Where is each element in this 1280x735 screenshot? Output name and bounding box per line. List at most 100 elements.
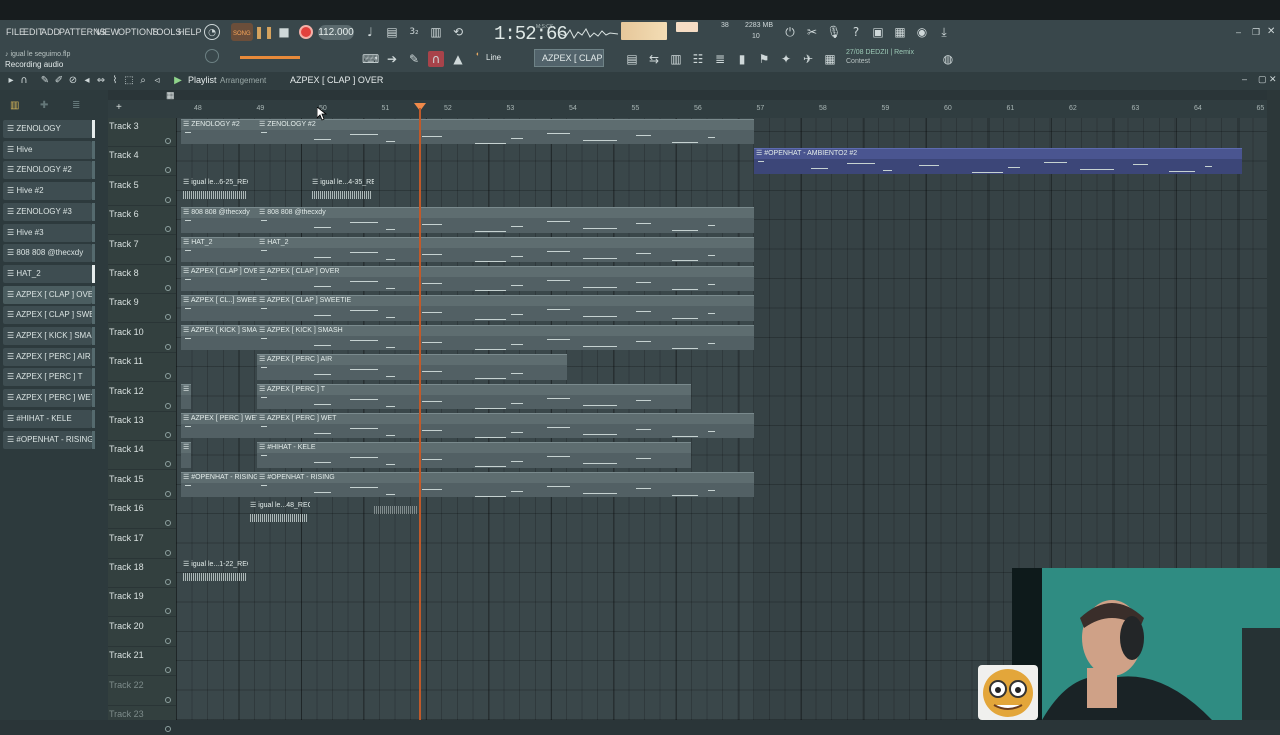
track-mute-led[interactable]: [165, 285, 171, 291]
playlist-clip[interactable]: ☰ AZPEX [ KICK ] SMASH: [257, 324, 754, 351]
menu-view[interactable]: VIEW: [96, 27, 119, 37]
microphone-icon[interactable]: 🎙: [826, 24, 842, 40]
pattern-item[interactable]: ☰ 808 808 @thecxdy: [3, 244, 92, 263]
playlist-clip[interactable]: ☰ #OPENHAT - RISING: [257, 471, 754, 498]
minimize-icon[interactable]: –: [1236, 27, 1241, 37]
track-mute-led[interactable]: [165, 549, 171, 556]
pattern-selector[interactable]: AZPEX [ CLAP ] OVER: [534, 49, 604, 67]
recorder-icon[interactable]: ✈: [800, 51, 816, 67]
track-mute-led[interactable]: [165, 520, 171, 527]
close-icon[interactable]: ✕: [1267, 26, 1275, 37]
chat-icon[interactable]: ◉: [914, 24, 930, 40]
globe-icon[interactable]: ◍: [940, 51, 956, 67]
pattern-item[interactable]: ☰ ZENOLOGY #3: [3, 202, 92, 221]
playlist-current-pattern[interactable]: AZPEX [ CLAP ] OVER: [290, 75, 383, 85]
track-mute-led[interactable]: [165, 667, 171, 674]
magnet-icon[interactable]: ∩: [428, 51, 444, 67]
track-header[interactable]: Track 3: [108, 118, 176, 147]
track-header[interactable]: Track 5: [108, 177, 176, 206]
restore-icon[interactable]: ❐: [1252, 27, 1260, 38]
pattern-item[interactable]: ☰ AZPEX [ KICK ] SMASH: [3, 327, 92, 345]
pattern-item[interactable]: ☰ ZENOLOGY: [3, 120, 92, 138]
playlist-clip[interactable]: ☰ HAT_2: [257, 236, 754, 262]
browser-icon[interactable]: ≣: [712, 51, 728, 67]
playlist-maximize-icon[interactable]: ▢: [1258, 74, 1267, 85]
picker-add-icon[interactable]: ✚: [40, 100, 48, 111]
piano-roll-icon[interactable]: ▥: [668, 51, 684, 67]
playlist-clip[interactable]: ☰ ZENOLOGY #2: [257, 119, 754, 145]
playlist-clip[interactable]: ☰ HAT_2: [181, 236, 258, 262]
track-header[interactable]: Track 22: [108, 677, 176, 706]
plugin-icon[interactable]: ✂: [804, 24, 820, 40]
track-header[interactable]: Track 4: [108, 147, 176, 177]
playlist-clip[interactable]: ☰ #OPENHAT - AMBIENTO2 #2: [754, 148, 1242, 174]
pattern-item[interactable]: ☰ #HIHAT - KELE: [3, 409, 92, 428]
track-mute-led[interactable]: [165, 402, 171, 409]
download-icon[interactable]: ⤓: [936, 24, 952, 40]
channel-rack-icon[interactable]: ⇆: [646, 51, 662, 67]
playlist-clip[interactable]: ☰ AZPEX [ PERC ] WET: [181, 413, 258, 439]
step-edit-icon[interactable]: ▥: [428, 24, 444, 40]
playback-icon[interactable]: ◃: [149, 73, 165, 89]
track-mute-led[interactable]: [165, 138, 171, 144]
playlist-clip[interactable]: ☰: [181, 442, 191, 468]
playlist-clip[interactable]: ☰ igual le...4-35_REC: [310, 178, 374, 203]
track-header[interactable]: Track 8: [108, 265, 176, 294]
master-volume-slider[interactable]: [240, 56, 300, 59]
playlist-clip[interactable]: ☰ AZPEX [ PERC ] T: [257, 383, 691, 409]
track-mute-led[interactable]: [165, 579, 171, 585]
track-header[interactable]: Track 20: [108, 618, 176, 647]
track-mute-led[interactable]: [165, 490, 171, 497]
pattern-item[interactable]: ☰ HAT_2: [3, 264, 92, 283]
pattern-song-toggle[interactable]: SONG: [231, 23, 253, 41]
add-track-icon[interactable]: +: [116, 102, 122, 113]
playlist-clip[interactable]: ☰ AZPEX [ PERC ] WET: [257, 413, 754, 439]
loop-record-icon[interactable]: ⟲: [450, 24, 466, 40]
brush-icon[interactable]: ✦: [778, 51, 794, 67]
mixer-icon[interactable]: ▤: [624, 51, 640, 67]
playlist-icon[interactable]: ☷: [690, 51, 706, 67]
cpu-meter-icon[interactable]: ◔: [204, 24, 220, 40]
track-mute-led[interactable]: [165, 608, 171, 615]
pattern-item[interactable]: ☰ ZENOLOGY #2: [3, 161, 92, 180]
picker-icon[interactable]: ▥: [10, 100, 19, 111]
playlist-clip[interactable]: ☰ #OPENHAT - RISING: [181, 471, 258, 498]
play-forward-icon[interactable]: ➔: [384, 51, 400, 67]
track-header[interactable]: Track 13: [108, 412, 176, 441]
playlist-close-icon[interactable]: ✕: [1269, 74, 1277, 85]
track-header[interactable]: Track 12: [108, 383, 176, 412]
timeline-ruler[interactable]: 48 49 50 51 52 53 54 55 56 57 58 59 60 61 62 63 64 65: [176, 100, 1267, 118]
playlist-clip[interactable]: ☰ AZPEX [ CLAP ] SWEETIE: [257, 295, 754, 321]
playlist-clip[interactable]: ☰ 808 808 @thecxdy: [257, 207, 754, 233]
online-icon[interactable]: ⏻: [782, 24, 798, 40]
play-icon[interactable]: ▶: [170, 73, 186, 89]
track-mute-led[interactable]: [165, 167, 171, 174]
stop-icon[interactable]: ■: [276, 24, 292, 40]
track-header[interactable]: Track 10: [108, 324, 176, 353]
track-mute-led[interactable]: [165, 696, 171, 703]
track-mute-led[interactable]: [165, 432, 171, 438]
pencil-icon[interactable]: ✎: [406, 51, 422, 67]
record-button[interactable]: [299, 25, 313, 39]
track-header[interactable]: Track 14: [108, 441, 176, 471]
track-header[interactable]: Track 16: [108, 500, 176, 530]
playlist-clip[interactable]: ☰ AZPEX [ CLAP ] OVER: [181, 266, 258, 292]
track-mute-led[interactable]: [165, 461, 171, 468]
stamp-icon[interactable]: ▲: [450, 51, 466, 67]
track-header[interactable]: Track 23: [108, 706, 176, 735]
playlist-clip[interactable]: ☰ AZPEX [ CLAP ] OVER: [257, 266, 754, 292]
track-header[interactable]: Track 19: [108, 588, 176, 618]
playlist-minimize-icon[interactable]: –: [1242, 74, 1247, 84]
track-mute-led[interactable]: [165, 637, 171, 644]
track-mute-led[interactable]: [165, 255, 171, 262]
pattern-item[interactable]: ☰ AZPEX [ CLAP ] SWEETIE: [3, 306, 92, 325]
playlist-clip[interactable]: ☰ ZENOLOGY #2: [181, 119, 258, 145]
track-mute-led[interactable]: [165, 373, 171, 380]
track-header[interactable]: Track 18: [108, 559, 176, 588]
metronome-icon[interactable]: ♩: [362, 24, 378, 40]
pattern-item[interactable]: ☰ AZPEX [ PERC ] T: [3, 368, 92, 387]
menu-help[interactable]: HELP: [178, 27, 202, 37]
pattern-item[interactable]: ☰ Hive: [3, 140, 92, 159]
playlist-clip[interactable]: ☰ igual le...1-22_REC: [181, 560, 248, 585]
tempo-display[interactable]: 112.000: [318, 25, 354, 40]
